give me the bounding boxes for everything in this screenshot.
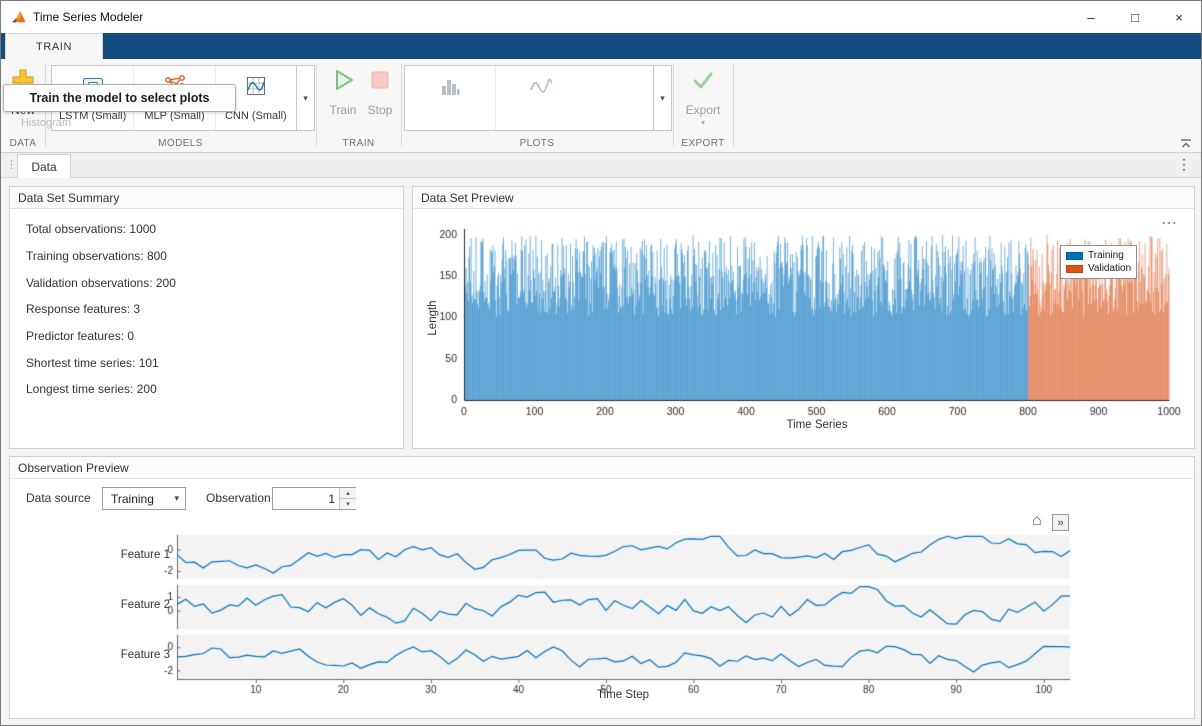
section-divider: [673, 63, 674, 147]
data-set-summary-panel: Data Set Summary Total observations: 100…: [9, 186, 404, 449]
dropdown-arrow-icon: ▾: [174, 493, 179, 504]
data-set-preview-panel: Data Set Preview ⋯ Training Validation L…: [412, 186, 1195, 449]
ribbon: New LSTM (Small): [1, 59, 1201, 153]
ribbon-tab-band: [1, 33, 1201, 59]
collapse-ribbon-icon[interactable]: [1179, 137, 1195, 151]
section-caption-plots: PLOTS: [401, 138, 673, 149]
feature-2-label: Feature 2: [20, 599, 170, 611]
data-source-value: Training: [111, 492, 174, 506]
data-source-label: Data source: [26, 491, 91, 505]
feature-3-label: Feature 3: [20, 649, 170, 661]
legend-row-validation: Validation: [1066, 262, 1131, 275]
plots-disabled-overlay: Train the model to select plots: [3, 84, 236, 112]
section-divider: [316, 63, 317, 147]
plot-item-line[interactable]: [495, 66, 585, 130]
stop-square-icon: [367, 67, 393, 98]
stop-button-label: Stop: [368, 103, 393, 117]
summary-panel-title: Data Set Summary: [10, 187, 403, 209]
observation-input[interactable]: [273, 488, 339, 509]
summary-line: Shortest time series: 101: [10, 349, 403, 376]
train-play-icon: [330, 67, 356, 98]
spinner-up-icon[interactable]: ▴: [340, 488, 356, 499]
observation-panel-title: Observation Preview: [10, 457, 1194, 479]
export-check-icon: [690, 67, 716, 98]
observation-spinner: ▴ ▾: [272, 487, 356, 510]
time-series-modeler-window: Time Series Modeler – □ × TRAIN New: [0, 0, 1202, 726]
document-tab-strip: ⋮ Data ⋮: [1, 153, 1201, 178]
section-divider: [733, 63, 734, 147]
section-divider: [401, 63, 402, 147]
legend-swatch-validation: [1066, 265, 1083, 273]
summary-line: Predictor features: 0: [10, 323, 403, 350]
spinner-buttons: ▴ ▾: [339, 488, 355, 509]
line-plot-icon: [528, 73, 554, 104]
summary-line: Validation observations: 200: [10, 269, 403, 296]
export-dropdown-arrow-icon: ▾: [701, 118, 705, 127]
observation-label: Observation: [206, 491, 271, 505]
window-title: Time Series Modeler: [33, 10, 143, 24]
summary-line: Training observations: 800: [10, 243, 403, 270]
observation-preview-panel: Observation Preview Data source Training…: [9, 456, 1195, 719]
section-caption-data: DATA: [1, 138, 45, 149]
document-menu-icon[interactable]: ⋮: [1177, 156, 1191, 173]
stop-button[interactable]: Stop: [363, 67, 397, 117]
legend-label: Training: [1088, 250, 1124, 261]
summary-line: Longest time series: 200: [10, 376, 403, 403]
section-caption-export: EXPORT: [673, 138, 733, 149]
train-button-label: Train: [330, 103, 357, 117]
feature-1-label: Feature 1: [20, 549, 170, 561]
legend-swatch-training: [1066, 252, 1083, 260]
chart-legend: Training Validation: [1060, 245, 1137, 279]
legend-row-training: Training: [1066, 249, 1131, 262]
summary-list: Total observations: 1000 Training observ…: [10, 209, 403, 403]
observation-preview-chart: [10, 517, 1194, 717]
x-axis-label: Time Series: [517, 419, 1117, 431]
summary-line: Response features: 3: [10, 296, 403, 323]
tab-data[interactable]: Data: [17, 154, 71, 178]
data-source-dropdown[interactable]: Training ▾: [102, 487, 186, 510]
export-button-label: Export: [686, 103, 721, 117]
plot-item-histogram[interactable]: [405, 66, 495, 130]
close-button[interactable]: ×: [1157, 1, 1201, 33]
export-button[interactable]: Export ▾: [681, 67, 725, 127]
plots-gallery-dropdown[interactable]: ▾: [654, 65, 672, 131]
minimize-button[interactable]: –: [1069, 1, 1113, 33]
section-caption-train: TRAIN: [316, 138, 401, 149]
summary-line: Total observations: 1000: [10, 216, 403, 243]
plots-gallery: [404, 65, 654, 131]
spinner-down-icon[interactable]: ▾: [340, 499, 356, 510]
cnn-model-icon: [243, 73, 269, 104]
title-bar: Time Series Modeler – □ ×: [1, 1, 1201, 33]
histogram-icon: [437, 73, 463, 104]
model-item-label: CNN (Small): [225, 110, 287, 122]
section-caption-models: MODELS: [45, 138, 316, 149]
maximize-button[interactable]: □: [1113, 1, 1157, 33]
train-button[interactable]: Train: [326, 67, 360, 117]
histogram-item-label: Histogram: [1, 117, 91, 129]
legend-label: Validation: [1088, 263, 1131, 274]
panel-grip-icon[interactable]: ⋮: [6, 158, 17, 171]
preview-panel-title: Data Set Preview: [413, 187, 1194, 209]
models-gallery-dropdown[interactable]: ▾: [297, 65, 315, 131]
tab-train[interactable]: TRAIN: [5, 33, 103, 59]
time-step-axis-label: Time Step: [323, 689, 923, 701]
y-axis-label: Length: [427, 288, 441, 348]
matlab-logo-icon: [11, 9, 27, 30]
